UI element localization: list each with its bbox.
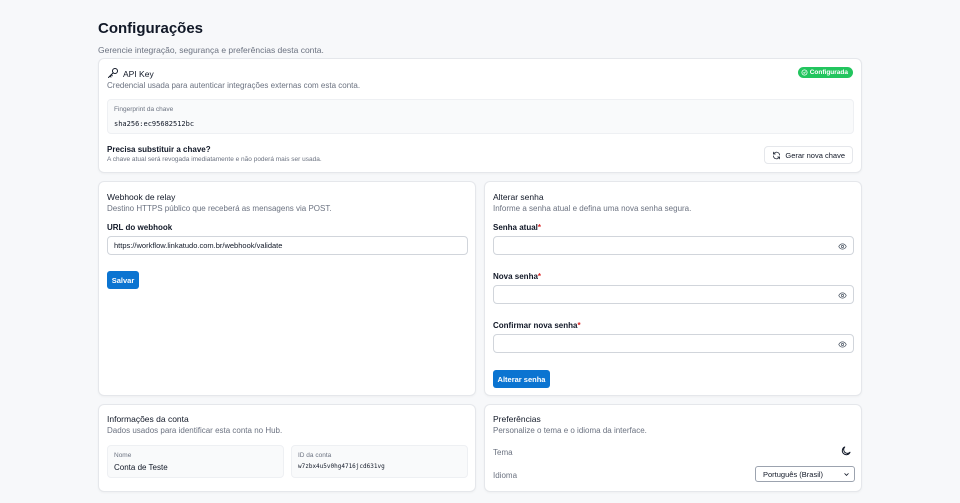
theme-label: Tema <box>493 448 513 457</box>
confirm-password-input[interactable] <box>493 334 854 353</box>
eye-icon[interactable] <box>838 291 847 300</box>
replace-key-description: A chave atual será revogada imediatament… <box>107 156 322 163</box>
replace-key-title: Precisa substituir a chave? <box>107 145 211 154</box>
account-description: Dados usados para identificar esta conta… <box>107 426 283 435</box>
new-password-label: Nova senha* <box>493 272 542 281</box>
key-icon <box>108 68 118 78</box>
save-button[interactable]: Salvar <box>107 271 139 289</box>
account-name-value: Conta de Teste <box>114 463 168 472</box>
page-title: Configurações <box>98 20 204 37</box>
api-key-card: API Key Configurada Credencial usada par… <box>98 58 862 173</box>
language-select-value: Português (Brasil) <box>763 469 824 479</box>
moon-icon <box>841 446 851 456</box>
eye-icon[interactable] <box>838 340 847 349</box>
fingerprint-label: Fingerprint da chave <box>114 106 174 113</box>
confirm-password-label: Confirmar nova senha* <box>493 321 581 330</box>
status-badge: Configurada <box>797 67 853 78</box>
preferences-title: Preferências <box>493 414 541 424</box>
change-password-button[interactable]: Alterar senha <box>493 370 550 388</box>
webhook-url-input[interactable]: https://workflow.linkatudo.com.br/webhoo… <box>107 236 468 255</box>
regenerate-key-label: Gerar nova chave <box>785 150 845 160</box>
api-key-description: Credencial usada para autenticar integra… <box>107 81 361 90</box>
page-header: Configurações Gerencie integração, segur… <box>98 20 324 55</box>
current-password-input[interactable] <box>493 236 854 255</box>
new-password-input[interactable] <box>493 285 854 304</box>
save-button-label: Salvar <box>111 275 135 285</box>
account-title: Informações da conta <box>107 414 189 424</box>
account-name-box: Nome Conta de Teste <box>107 445 284 478</box>
webhook-card: Webhook de relay Destino HTTPS público q… <box>98 181 476 396</box>
password-card: Alterar senha Informe a senha atual e de… <box>484 181 862 396</box>
account-id-label: ID da conta <box>298 452 332 459</box>
preferences-card: Preferências Personalize o tema e o idio… <box>484 404 862 492</box>
language-select[interactable]: Português (Brasil) <box>755 466 855 482</box>
regenerate-key-button[interactable]: Gerar nova chave <box>764 146 853 164</box>
account-card: Informações da conta Dados usados para i… <box>98 404 476 492</box>
account-id-box: ID da conta w7zbx4u5v0hg4716jcd631vg <box>291 445 468 478</box>
required-mark: * <box>577 321 581 330</box>
status-badge-label: Configurada <box>809 69 848 76</box>
eye-icon[interactable] <box>838 242 847 251</box>
account-name-label: Nome <box>114 452 132 459</box>
preferences-description: Personalize o tema e o idioma da interfa… <box>493 426 647 435</box>
page-subtitle: Gerencie integração, segurança e preferê… <box>98 45 324 55</box>
password-description: Informe a senha atual e defina uma nova … <box>493 204 692 213</box>
account-id-value: w7zbx4u5v0hg4716jcd631vg <box>298 463 385 470</box>
refresh-icon <box>773 151 781 159</box>
webhook-description: Destino HTTPS público que receberá as me… <box>107 204 332 213</box>
fingerprint-value: sha256:ec95682512bc <box>114 120 195 128</box>
current-password-label: Senha atual* <box>493 223 542 232</box>
webhook-url-value: https://workflow.linkatudo.com.br/webhoo… <box>114 241 283 250</box>
password-title: Alterar senha <box>493 192 544 202</box>
fingerprint-box: Fingerprint da chave sha256:ec95682512bc <box>107 99 854 134</box>
webhook-url-label: URL do webhook <box>107 223 173 232</box>
required-mark: * <box>537 223 542 232</box>
chevron-down-icon <box>844 472 849 476</box>
api-key-title: API Key <box>123 69 154 79</box>
theme-toggle-button[interactable] <box>838 443 854 459</box>
language-label: Idioma <box>493 471 518 480</box>
webhook-title: Webhook de relay <box>107 192 176 202</box>
check-circle-icon <box>801 69 808 76</box>
change-password-label: Alterar senha <box>497 374 546 384</box>
required-mark: * <box>537 272 542 281</box>
